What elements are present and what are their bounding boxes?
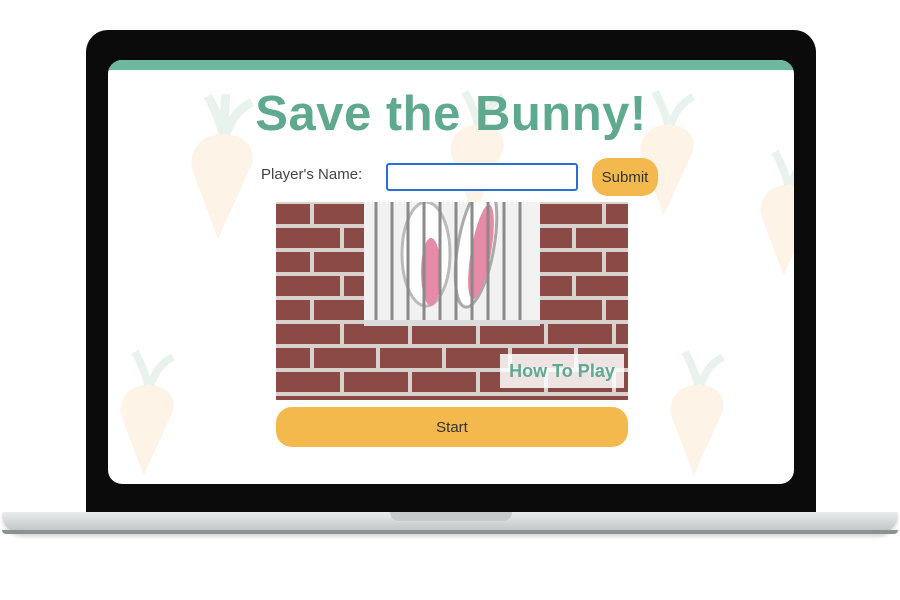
- laptop-hinge-notch: [390, 512, 512, 521]
- jail-window: [364, 202, 540, 324]
- top-accent-bar: [108, 60, 794, 70]
- page-title: Save the Bunny!: [255, 87, 647, 141]
- player-name-input[interactable]: [386, 163, 578, 191]
- submit-button[interactable]: Submit: [592, 158, 658, 196]
- player-name-row: Player's Name:: [108, 160, 794, 200]
- carrot-icon: [670, 350, 725, 476]
- player-name-label: Player's Name:: [261, 166, 363, 183]
- laptop-base-edge: [2, 530, 898, 534]
- laptop-mockup: Save the Bunny! Player's Name: Submit Ho…: [0, 0, 900, 600]
- start-button[interactable]: Start: [276, 407, 628, 447]
- game-screen: Save the Bunny! Player's Name: Submit Ho…: [108, 60, 794, 484]
- carrot-icon: [120, 350, 175, 476]
- how-to-play-button[interactable]: How To Play: [500, 354, 624, 388]
